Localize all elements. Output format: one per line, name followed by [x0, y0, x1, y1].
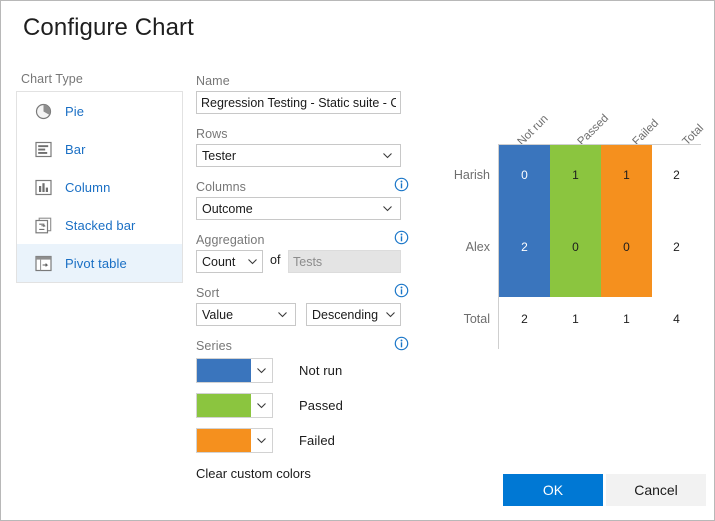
pivot-total-cell: 2 [499, 312, 550, 326]
columns-label-row: Columns [196, 178, 401, 197]
aggregation-field-input [288, 250, 401, 273]
aggregation-function-value: Count [197, 255, 247, 269]
color-dropdown-arrow[interactable] [251, 365, 272, 376]
chart-type-item-label: Pivot table [65, 256, 127, 271]
chart-type-item-pie[interactable]: Pie [17, 92, 182, 130]
chevron-down-icon [256, 435, 267, 446]
series-row-passed: Passed [196, 393, 343, 418]
info-icon [394, 283, 409, 298]
chart-type-item-column[interactable]: Column [17, 168, 182, 206]
info-icon [394, 177, 409, 192]
chart-type-item-pivot-table[interactable]: Pivot table [17, 244, 182, 282]
name-input[interactable] [196, 91, 401, 114]
aggregation-info-button[interactable] [394, 230, 409, 245]
pivot-cell: 2 [499, 240, 550, 254]
series-color-swatch [197, 429, 251, 452]
cancel-button[interactable]: Cancel [606, 474, 706, 506]
pie-chart-icon [35, 103, 52, 120]
column-chart-icon [35, 179, 52, 196]
series-name: Not run [299, 363, 342, 378]
sort-by-select[interactable]: Value [196, 303, 296, 326]
aggregation-of-label: of [270, 253, 280, 267]
info-icon [394, 230, 409, 245]
pivot-col-header: Passed [576, 112, 612, 148]
chevron-down-icon [385, 309, 396, 320]
series-name: Passed [299, 398, 343, 413]
columns-label: Columns [196, 180, 246, 194]
columns-select-value: Outcome [197, 202, 382, 216]
name-label-row: Name [196, 72, 401, 91]
chevron-down-icon [256, 365, 267, 376]
pivot-cell: 0 [499, 168, 550, 182]
pivot-table-icon [35, 255, 52, 272]
chart-type-item-label: Pie [65, 104, 84, 119]
pivot-grand-total-cell: 4 [652, 312, 701, 326]
series-name: Failed [299, 433, 335, 448]
name-label: Name [196, 74, 230, 88]
sort-direction-value: Descending [307, 308, 385, 322]
pivot-total-cell: 1 [601, 312, 652, 326]
dialog-title: Configure Chart [23, 14, 194, 42]
rows-select-value: Tester [197, 149, 382, 163]
columns-info-button[interactable] [394, 177, 409, 192]
sort-label-row: Sort [196, 284, 401, 303]
color-dropdown-arrow[interactable] [251, 400, 272, 411]
rows-select[interactable]: Tester [196, 144, 401, 167]
chevron-down-icon [277, 309, 288, 320]
chart-type-item-label: Column [65, 180, 110, 195]
series-color-picker[interactable] [196, 393, 273, 418]
pivot-cell-total: 2 [652, 168, 701, 182]
aggregation-label-row: Aggregation [196, 231, 401, 250]
configure-chart-dialog: Configure Chart Chart Type Pie Bar [0, 0, 715, 521]
chart-type-label: Chart Type [21, 72, 83, 86]
rows-label: Rows [196, 127, 228, 141]
pivot-row-label: Alex [416, 240, 490, 254]
sort-info-button[interactable] [394, 283, 409, 298]
pivot-cell: 1 [601, 168, 652, 182]
series-color-picker[interactable] [196, 358, 273, 383]
ok-button[interactable]: OK [503, 474, 603, 506]
chart-type-list: Pie Bar Column [16, 91, 183, 283]
pivot-cell: 0 [601, 240, 652, 254]
info-icon [394, 336, 409, 351]
series-color-swatch [197, 394, 251, 417]
pivot-row-label: Total [416, 312, 490, 326]
pivot-cell: 1 [550, 168, 601, 182]
chevron-down-icon [256, 400, 267, 411]
clear-custom-colors-link[interactable]: Clear custom colors [196, 466, 311, 481]
series-label-row: Series [196, 337, 401, 356]
series-label: Series [196, 339, 232, 353]
color-dropdown-arrow[interactable] [251, 435, 272, 446]
series-row-failed: Failed [196, 428, 335, 453]
chart-type-item-label: Stacked bar [65, 218, 135, 233]
aggregation-label: Aggregation [196, 233, 265, 247]
bar-chart-icon [35, 141, 52, 158]
pivot-total-cell: 1 [550, 312, 601, 326]
series-color-picker[interactable] [196, 428, 273, 453]
series-row-not-run: Not run [196, 358, 342, 383]
chevron-down-icon [382, 203, 393, 214]
chart-type-item-bar[interactable]: Bar [17, 130, 182, 168]
stacked-bar-icon [35, 217, 52, 234]
pivot-table-preview: Not run Passed Failed Total Harish Alex … [426, 96, 701, 346]
columns-select[interactable]: Outcome [196, 197, 401, 220]
pivot-row-label: Harish [416, 168, 490, 182]
sort-direction-select[interactable]: Descending [306, 303, 401, 326]
chart-type-item-label: Bar [65, 142, 86, 157]
rows-label-row: Rows [196, 125, 401, 144]
series-info-button[interactable] [394, 336, 409, 351]
pivot-cell: 0 [550, 240, 601, 254]
pivot-col-header: Not run [516, 113, 551, 148]
sort-label: Sort [196, 286, 219, 300]
sort-by-value: Value [197, 308, 277, 322]
chevron-down-icon [247, 256, 258, 267]
aggregation-function-select[interactable]: Count [196, 250, 263, 273]
chevron-down-icon [382, 150, 393, 161]
chart-type-item-stacked-bar[interactable]: Stacked bar [17, 206, 182, 244]
series-color-swatch [197, 359, 251, 382]
pivot-cell-total: 2 [652, 240, 701, 254]
